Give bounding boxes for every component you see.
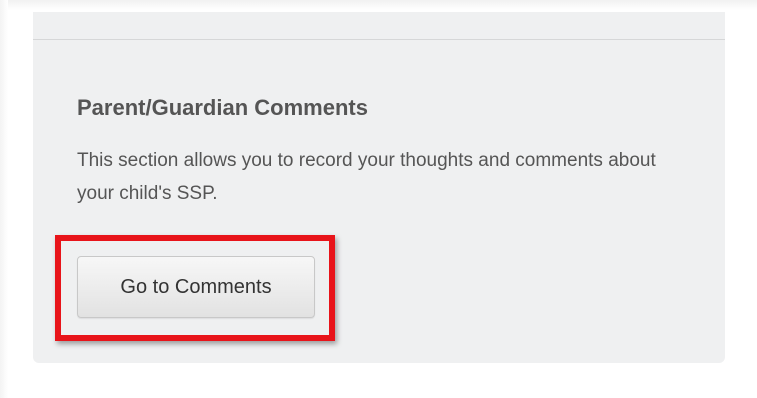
- top-edge: [0, 0, 757, 10]
- panel-divider: [33, 39, 725, 40]
- section-description: This section allows you to record your t…: [77, 150, 656, 204]
- page: Parent/Guardian Comments This section al…: [0, 0, 757, 398]
- highlight-box: [55, 235, 335, 341]
- section-title: Parent/Guardian Comments: [77, 95, 368, 120]
- left-edge: [0, 0, 8, 398]
